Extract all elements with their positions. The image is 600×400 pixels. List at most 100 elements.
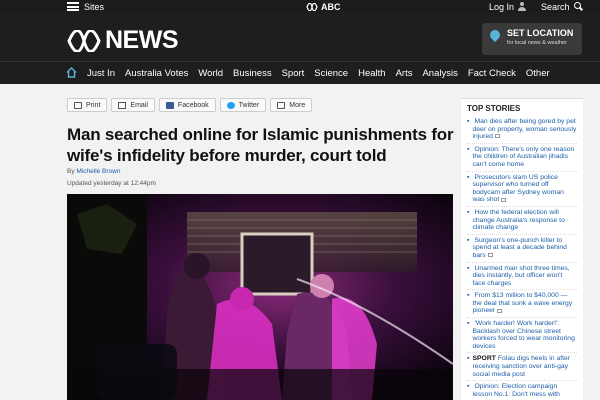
author-link[interactable]: Michelle Brown	[76, 168, 120, 175]
list-item[interactable]: ▪ Opinion: Election campaign lesson No.1:…	[467, 381, 577, 400]
twitter-share-button[interactable]: Twitter	[219, 98, 267, 112]
abc-logo-link[interactable]: ABC	[306, 0, 341, 13]
print-button[interactable]: Print	[67, 98, 108, 112]
story-headline: How the federal election will change Aus…	[472, 208, 565, 232]
nav-item-business[interactable]: Business	[233, 68, 272, 79]
set-location-button[interactable]: SET LOCATION for local news & weather	[482, 23, 582, 55]
bullet-icon: ▪	[467, 383, 470, 391]
nav-item-other[interactable]: Other	[526, 68, 550, 79]
login-label: Log In	[489, 1, 515, 12]
nav-item-just-in[interactable]: Just In	[87, 68, 115, 79]
story-text: From $13 million to $40,000 — the deal t…	[472, 292, 577, 315]
abc-label: ABC	[321, 1, 341, 12]
list-item[interactable]: ▪ Man dies after being gored by pet deer …	[467, 116, 577, 144]
story-headline: 'Work harder! Work harder!': Backlash ov…	[472, 320, 575, 350]
story-headline: Unarmed man shot three times, dies insta…	[472, 264, 570, 287]
list-item[interactable]: ▪ SPORT Folau digs heels in after receivin…	[467, 353, 577, 382]
article-hero-photo	[67, 194, 453, 400]
list-item[interactable]: ▪ Prosecutors slam US police supervisor w…	[467, 172, 577, 207]
share-toolbar: Print Email Facebook Twitter More	[67, 98, 313, 112]
article-byline: By Michelle Brown	[67, 168, 120, 175]
brand-name: NEWS	[105, 26, 179, 54]
story-text: Unarmed man shot three times, dies insta…	[472, 265, 577, 288]
nav-item-arts[interactable]: Arts	[396, 68, 413, 79]
story-text: Opinion: Election campaign lesson No.1: …	[472, 383, 577, 398]
more-label: More	[289, 101, 306, 109]
video-icon	[487, 253, 493, 258]
list-item[interactable]: ▪ From $13 million to $40,000 — the deal …	[467, 290, 577, 319]
list-item[interactable]: ▪ 'Work harder! Work harder!': Backlash o…	[467, 318, 577, 354]
story-headline: Surgeon's one-punch killer to spend at l…	[472, 236, 567, 259]
global-topbar: Sites ABC Log In Search	[0, 0, 600, 13]
bullet-icon: ▪	[467, 355, 470, 363]
bullet-icon: ▪	[467, 292, 470, 300]
nav-item-science[interactable]: Science	[314, 68, 348, 79]
crime-scene-photo-image	[67, 194, 453, 400]
top-stories-list: ▪ Man dies after being gored by pet deer …	[461, 116, 583, 400]
bullet-icon: ▪	[467, 320, 470, 328]
more-icon	[277, 101, 286, 109]
list-item[interactable]: ▪ Surgeon's one-punch killer to spend at …	[467, 235, 577, 263]
top-stories-title: TOP STORIES	[467, 104, 521, 113]
user-icon	[518, 2, 527, 11]
abc-news-logo[interactable]: NEWS	[67, 26, 179, 54]
article-headline: Man searched online for Islamic punishme…	[67, 125, 454, 165]
bullet-icon: ▪	[467, 208, 470, 216]
twitter-label: Twitter	[238, 101, 260, 109]
sites-label: Sites	[84, 1, 105, 12]
story-headline: Prosecutors slam US police supervisor wh…	[472, 173, 564, 204]
story-tag: SPORT	[472, 355, 496, 363]
facebook-label: Facebook	[177, 101, 209, 109]
printer-icon	[74, 101, 82, 109]
more-share-button[interactable]: More	[270, 98, 313, 112]
story-text: Surgeon's one-punch killer to spend at l…	[472, 237, 577, 260]
byline-prefix: By	[67, 168, 75, 175]
facebook-share-button[interactable]: Facebook	[158, 98, 216, 112]
video-icon	[494, 134, 500, 139]
list-item[interactable]: ▪ Opinion: There's only one reason the ch…	[467, 144, 577, 172]
abc-news-lissajous-icon	[67, 29, 101, 52]
main-nav: Just In Australia Votes World Business S…	[0, 61, 600, 84]
search-button[interactable]: Search	[541, 0, 583, 13]
set-location-subtitle: for local news & weather	[507, 40, 567, 46]
abc-lissajous-icon	[306, 2, 318, 11]
location-pin-icon	[490, 30, 500, 44]
article-updated-time: Updated yesterday at 12:44pm	[67, 180, 156, 187]
nav-list: Just In Australia Votes World Business S…	[87, 62, 550, 84]
nav-item-analysis[interactable]: Analysis	[422, 68, 457, 79]
nav-item-australia-votes[interactable]: Australia Votes	[125, 68, 188, 79]
nav-item-fact-check[interactable]: Fact Check	[468, 68, 516, 79]
site-header: NEWS SET LOCATION for local news & weath…	[0, 13, 600, 61]
story-text: Prosecutors slam US police supervisor wh…	[472, 174, 577, 204]
bullet-icon: ▪	[467, 173, 470, 181]
sites-menu-button[interactable]: Sites	[67, 0, 104, 13]
story-text: How the federal election will change Aus…	[472, 209, 577, 232]
bullet-icon: ▪	[467, 264, 470, 272]
top-stories-sidebar: TOP STORIES ▪ Man dies after being gored …	[461, 98, 583, 400]
nav-item-health[interactable]: Health	[358, 68, 385, 79]
email-button[interactable]: Email	[111, 98, 155, 112]
nav-item-world[interactable]: World	[198, 68, 223, 79]
print-label: Print	[86, 101, 101, 109]
set-location-title: SET LOCATION	[507, 28, 574, 38]
bullet-icon: ▪	[467, 118, 470, 125]
story-text: Man dies after being gored by pet deer o…	[472, 118, 577, 141]
search-label: Search	[541, 1, 570, 12]
list-item[interactable]: ▪ How the federal election will change Au…	[467, 207, 577, 235]
bullet-icon: ▪	[467, 145, 470, 153]
nav-item-sport[interactable]: Sport	[282, 68, 305, 79]
story-text: Opinion: There's only one reason the chi…	[472, 146, 577, 169]
home-icon[interactable]	[66, 67, 77, 78]
envelope-icon	[118, 101, 127, 109]
story-headline: Man dies after being gored by pet deer o…	[472, 118, 577, 141]
facebook-icon	[165, 101, 174, 109]
list-item[interactable]: ▪ Unarmed man shot three times, dies inst…	[467, 263, 577, 291]
bullet-icon: ▪	[467, 236, 470, 244]
login-button[interactable]: Log In	[489, 0, 527, 13]
email-label: Email	[130, 101, 148, 109]
video-icon	[501, 197, 507, 202]
story-text: 'Work harder! Work harder!': Backlash ov…	[472, 320, 577, 350]
story-headline: From $13 million to $40,000 — the deal t…	[472, 292, 573, 315]
story-headline: Opinion: Election campaign lesson No.1: …	[472, 383, 560, 398]
hamburger-icon	[67, 2, 79, 11]
